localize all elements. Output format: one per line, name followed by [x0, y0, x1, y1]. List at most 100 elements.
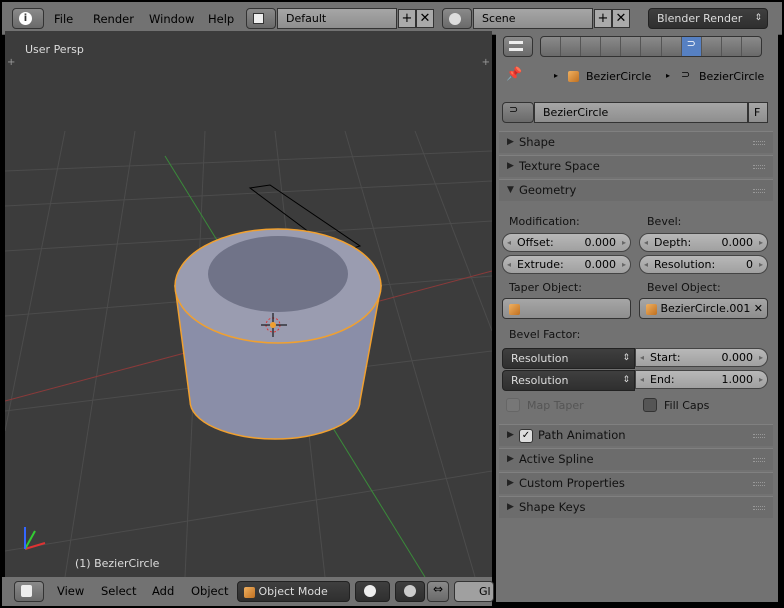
viewport-header: View Select Add Object Object Mode ⇔ Gl — [2, 577, 494, 606]
offset-field[interactable]: Offset: 0.000 — [502, 233, 631, 252]
toolshelf-toggle[interactable]: + — [7, 57, 15, 68]
bevel-depth-field[interactable]: Depth: 0.000 — [639, 233, 768, 252]
panel-texture-space[interactable]: ▶ Texture Space — [499, 155, 773, 177]
curve-data-tab-icon[interactable]: ⊃ — [681, 37, 702, 56]
editor-type-button[interactable] — [503, 36, 533, 57]
constraints-tab-icon[interactable] — [641, 37, 662, 56]
collapsed-triangle-icon: ▶ — [507, 161, 514, 171]
modifiers-wrench-icon[interactable] — [662, 37, 682, 56]
dropdown-value: Resolution — [511, 374, 569, 387]
remove-layout-button[interactable]: ✕ — [416, 9, 434, 28]
bevel-resolution-field[interactable]: Resolution: 0 — [639, 255, 768, 274]
menu-add[interactable]: Add — [152, 584, 174, 598]
field-value: 0.000 — [721, 236, 754, 249]
panel-geometry[interactable]: ▼ Geometry — [499, 179, 773, 201]
physics-tab-icon[interactable] — [742, 37, 761, 56]
object-cube-icon — [244, 586, 255, 598]
clear-x-icon[interactable]: ✕ — [754, 299, 763, 318]
menu-select[interactable]: Select — [101, 584, 136, 598]
scene-tab-icon[interactable] — [581, 37, 602, 56]
extrude-field[interactable]: Extrude: 0.000 — [502, 255, 631, 274]
breadcrumb-object: BezierCircle — [586, 70, 652, 83]
field-label: End: — [650, 373, 675, 386]
fill-caps-checkbox[interactable] — [643, 398, 657, 412]
render-layers-tab-icon[interactable] — [561, 37, 582, 56]
drag-grip-icon[interactable] — [753, 458, 765, 462]
object-tab-icon[interactable] — [621, 37, 642, 56]
menu-help[interactable]: Help — [208, 12, 234, 26]
pivot-icon — [404, 585, 416, 597]
add-scene-button[interactable]: + — [594, 9, 612, 28]
menu-file[interactable]: File — [54, 12, 73, 26]
scene-canvas — [5, 130, 492, 577]
panel-active-spline[interactable]: ▶ Active Spline — [499, 448, 773, 470]
updown-arrows-icon: ⇕ — [754, 13, 762, 23]
bevel-object-value: BezierCircle.001 — [660, 302, 751, 315]
bevel-end-mode-dropdown[interactable]: Resolution ⇕ — [502, 370, 635, 391]
field-label: Depth: — [654, 236, 692, 249]
fake-user-button[interactable]: F — [748, 102, 768, 123]
editor-type-button[interactable] — [14, 581, 44, 602]
bevel-object-label: Bevel Object: — [647, 281, 721, 294]
field-label: Offset: — [517, 236, 554, 249]
manipulate-center-button[interactable]: ⇔ — [427, 581, 449, 602]
properties-region-toggle[interactable]: + — [482, 57, 490, 68]
bevel-end-field[interactable]: End: 1.000 — [635, 370, 768, 389]
field-value: 0 — [746, 258, 753, 271]
panel-custom-properties[interactable]: ▶ Custom Properties — [499, 472, 773, 494]
map-taper-checkbox[interactable] — [506, 398, 520, 412]
axis-gizmo — [24, 527, 46, 550]
datablock-name-field[interactable]: BezierCircle — [534, 102, 748, 123]
render-engine-dropdown[interactable]: Blender Render ⇕ — [648, 8, 768, 29]
material-tab-icon[interactable] — [702, 37, 722, 56]
panel-title: Geometry — [519, 183, 577, 197]
cube-view-icon — [21, 585, 32, 597]
menu-window[interactable]: Window — [149, 12, 194, 26]
menu-view[interactable]: View — [57, 584, 84, 598]
info-editor-button[interactable]: i — [12, 8, 44, 29]
drag-grip-icon[interactable] — [753, 141, 765, 145]
field-label: Start: — [650, 351, 681, 364]
pin-icon[interactable]: 📌 — [506, 67, 522, 82]
drag-grip-icon[interactable] — [753, 506, 765, 510]
menu-render[interactable]: Render — [93, 12, 134, 26]
field-label: Resolution: — [654, 258, 716, 271]
datablock-browse-button[interactable]: ⊃ — [502, 102, 534, 123]
drag-grip-icon[interactable] — [753, 434, 765, 438]
manipulator-toggle[interactable]: Gl — [454, 581, 494, 602]
drag-grip-icon[interactable] — [753, 165, 765, 169]
layout-name-field[interactable]: Default — [277, 8, 397, 29]
drag-grip-icon[interactable] — [753, 189, 765, 193]
panel-path-animation[interactable]: ▶ ✓ Path Animation — [499, 424, 773, 446]
bevel-object-field[interactable]: BezierCircle.001 ✕ — [639, 298, 768, 319]
render-tab-camera-icon[interactable] — [541, 37, 562, 56]
world-tab-icon[interactable] — [601, 37, 622, 56]
collapsed-triangle-icon: ▶ — [507, 137, 514, 147]
info-icon: i — [19, 12, 32, 25]
mode-dropdown[interactable]: Object Mode — [237, 581, 350, 602]
scene-name-field[interactable]: Scene — [473, 8, 593, 29]
breadcrumb-arrow-icon: ▸ — [666, 71, 671, 80]
updown-arrows-icon: ⇕ — [622, 353, 630, 363]
collapsed-triangle-icon: ▶ — [507, 478, 514, 488]
panel-title: Custom Properties — [519, 476, 625, 490]
add-layout-button[interactable]: + — [398, 9, 416, 28]
scene-selector[interactable] — [442, 8, 472, 29]
bevel-start-mode-dropdown[interactable]: Resolution ⇕ — [502, 348, 635, 369]
pivot-dropdown[interactable] — [395, 581, 425, 602]
layout-selector[interactable] — [246, 8, 276, 29]
3d-viewport[interactable]: User Persp (1) BezierCircle + + — [5, 31, 492, 577]
bevel-start-field[interactable]: Start: 0.000 — [635, 348, 768, 367]
path-animation-checkbox[interactable]: ✓ — [519, 428, 533, 443]
shading-dropdown[interactable] — [355, 581, 390, 602]
taper-object-label: Taper Object: — [509, 281, 582, 294]
cylinder-object — [174, 228, 382, 440]
remove-scene-button[interactable]: ✕ — [612, 9, 630, 28]
panel-shape-keys[interactable]: ▶ Shape Keys — [499, 496, 773, 518]
panel-shape[interactable]: ▶ Shape — [499, 131, 773, 153]
drag-grip-icon[interactable] — [753, 482, 765, 486]
menu-object[interactable]: Object — [191, 584, 228, 598]
field-value: 0.000 — [584, 258, 617, 271]
texture-tab-icon[interactable] — [722, 37, 742, 56]
taper-object-field[interactable] — [502, 298, 631, 319]
